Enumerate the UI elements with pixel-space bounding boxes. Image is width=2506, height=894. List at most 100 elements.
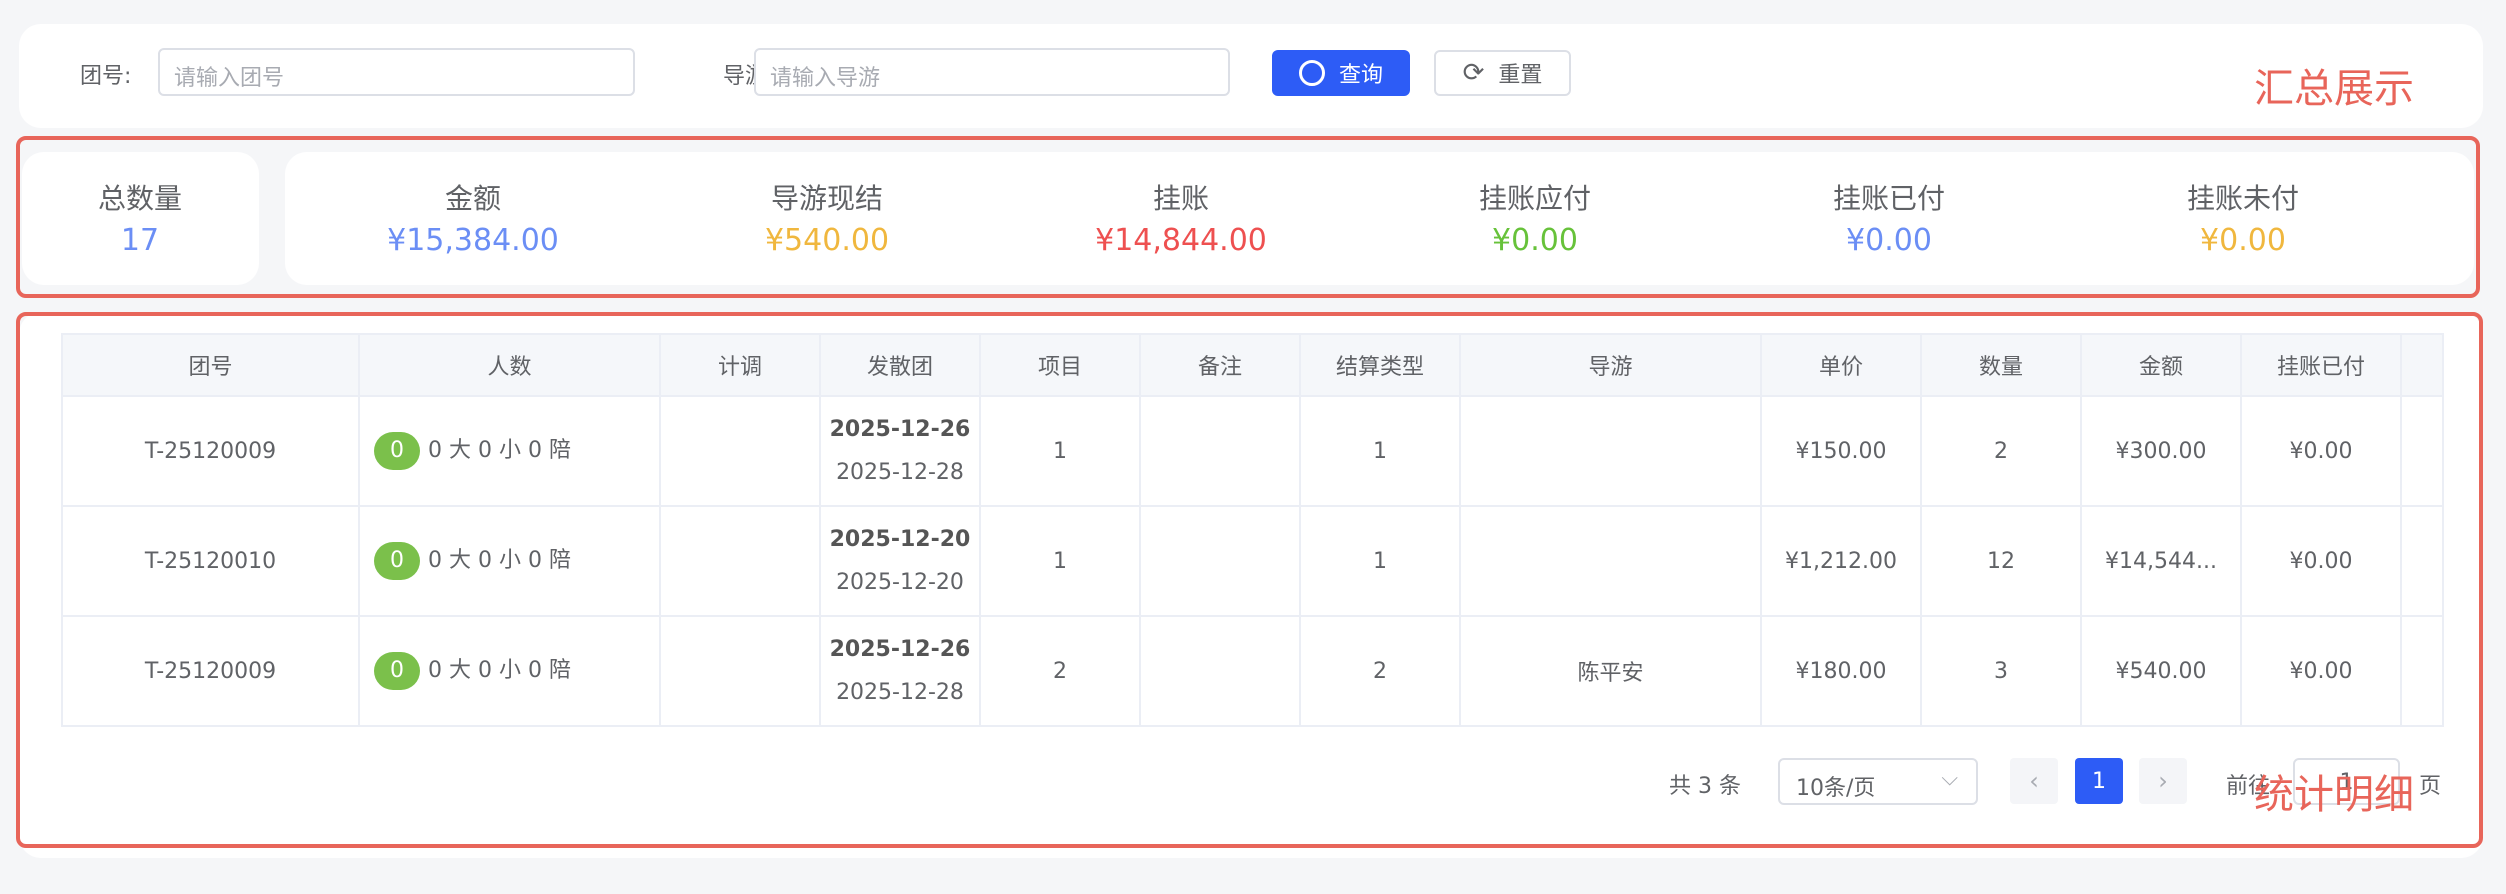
column-header: 数量 bbox=[1920, 333, 2082, 397]
column-header: 结算类型 bbox=[1299, 333, 1461, 397]
cell-people: 0 0 大 0 小 0 陪 bbox=[358, 505, 661, 617]
cell-planner bbox=[659, 615, 821, 727]
start-date: 2025-12-26 bbox=[829, 417, 971, 442]
stat-item: 挂账应付 ¥0.00 bbox=[1385, 177, 1685, 258]
cell-extra bbox=[2400, 615, 2444, 727]
detail-annotation: 统计明细 bbox=[2254, 772, 2414, 818]
column-header: 发散团 bbox=[819, 333, 981, 397]
end-date: 2025-12-28 bbox=[836, 460, 964, 485]
column-header: 团号 bbox=[61, 333, 360, 397]
stat-item: 挂账已付 ¥0.00 bbox=[1739, 177, 2039, 258]
page-1-button[interactable]: 1 bbox=[2075, 758, 2123, 804]
cell-qty: 2 bbox=[1920, 395, 2082, 507]
column-header: 挂账已付 bbox=[2240, 333, 2402, 397]
stat-label: 挂账应付 bbox=[1478, 182, 1591, 215]
stat-value: ¥0.00 bbox=[1846, 223, 1932, 258]
cell-price: ¥150.00 bbox=[1760, 395, 1922, 507]
column-header: 金额 bbox=[2080, 333, 2242, 397]
group-label: 团号: bbox=[80, 64, 132, 89]
total-value: 17 bbox=[120, 223, 160, 258]
summary-annotation: 汇总展示 bbox=[2254, 66, 2414, 112]
cell-remark bbox=[1139, 505, 1301, 617]
stat-label: 挂账已付 bbox=[1832, 182, 1945, 215]
page-size-select[interactable]: 10条/页 ⌵ bbox=[1778, 758, 1978, 805]
stat-item: 导游现结 ¥540.00 bbox=[677, 177, 977, 258]
cell-dates: 2025-12-26 2025-12-28 bbox=[819, 615, 981, 727]
column-header: 导游 bbox=[1459, 333, 1762, 397]
stat-item: 金额 ¥15,384.00 bbox=[323, 177, 623, 258]
stat-label: 导游现结 bbox=[770, 182, 883, 215]
end-date: 2025-12-20 bbox=[836, 570, 964, 595]
cell-people: 0 0 大 0 小 0 陪 bbox=[358, 395, 661, 507]
stat-value: ¥0.00 bbox=[2200, 223, 2286, 258]
start-date: 2025-12-20 bbox=[829, 527, 971, 552]
cell-extra bbox=[2400, 395, 2444, 507]
chevron-left-icon: ‹ bbox=[2029, 767, 2039, 795]
refresh-icon: ⟳ bbox=[1462, 58, 1485, 88]
column-header: 单价 bbox=[1760, 333, 1922, 397]
cell-price: ¥1,212.00 bbox=[1760, 505, 1922, 617]
reset-button[interactable]: ⟳ 重置 bbox=[1434, 50, 1571, 96]
cell-settle: 1 bbox=[1299, 395, 1461, 507]
total-count: 共 3 条 bbox=[1669, 774, 1741, 799]
cell-guide: 陈平安 bbox=[1459, 615, 1762, 727]
group-input[interactable]: 请输入团号 bbox=[158, 48, 635, 96]
stat-value: ¥15,384.00 bbox=[387, 223, 559, 258]
cell-amount: ¥300.00 bbox=[2080, 395, 2242, 507]
search-icon bbox=[1298, 60, 1325, 86]
cell-dates: 2025-12-26 2025-12-28 bbox=[819, 395, 981, 507]
next-page-button[interactable]: › bbox=[2139, 758, 2187, 804]
cell-extra bbox=[2400, 505, 2444, 617]
end-date: 2025-12-28 bbox=[836, 680, 964, 705]
cell-remark bbox=[1139, 395, 1301, 507]
cell-dates: 2025-12-20 2025-12-20 bbox=[819, 505, 981, 617]
cell-people: 0 0 大 0 小 0 陪 bbox=[358, 615, 661, 727]
cell-group: T-25120010 bbox=[61, 505, 360, 617]
column-header: 项目 bbox=[979, 333, 1141, 397]
stat-label: 挂账未付 bbox=[2186, 182, 2299, 215]
cell-settle: 2 bbox=[1299, 615, 1461, 727]
detail-table: 团号 人数 计调 发散团 项目 备注 结算类型 导游 单价 数量 金额 挂账已付 T-25120009 0… bbox=[61, 333, 2444, 727]
column-header: 计调 bbox=[659, 333, 821, 397]
page-suffix: 页 bbox=[2419, 774, 2442, 799]
query-label: 查询 bbox=[1338, 63, 1383, 88]
stat-value: ¥0.00 bbox=[1492, 223, 1578, 258]
total-label: 总数量 bbox=[97, 182, 182, 215]
cell-paid: ¥0.00 bbox=[2240, 505, 2402, 617]
cell-item: 1 bbox=[979, 395, 1141, 507]
count-badge: 0 bbox=[374, 652, 420, 690]
stat-label: 挂账 bbox=[1152, 182, 1209, 215]
stat-item: 挂账 ¥14,844.00 bbox=[1031, 177, 1331, 258]
stat-value: ¥14,844.00 bbox=[1095, 223, 1267, 258]
people-text: 0 大 0 小 0 陪 bbox=[428, 548, 571, 573]
table-row: T-25120009 0 0 大 0 小 0 陪 2025-12-26 2025-12-… bbox=[61, 395, 2444, 507]
page-size-value: 10条/页 bbox=[1796, 776, 1876, 801]
cell-paid: ¥0.00 bbox=[2240, 615, 2402, 727]
query-button[interactable]: 查询 bbox=[1272, 50, 1410, 96]
cell-settle: 1 bbox=[1299, 505, 1461, 617]
stat-item: 挂账未付 ¥0.00 bbox=[2093, 177, 2393, 258]
cell-guide bbox=[1459, 505, 1762, 617]
cell-planner bbox=[659, 395, 821, 507]
stat-label: 金额 bbox=[444, 182, 501, 215]
count-badge: 0 bbox=[374, 542, 420, 580]
reset-label: 重置 bbox=[1498, 63, 1543, 88]
cell-item: 2 bbox=[979, 615, 1141, 727]
prev-page-button[interactable]: ‹ bbox=[2010, 758, 2058, 804]
count-badge: 0 bbox=[374, 432, 420, 470]
cell-group: T-25120009 bbox=[61, 615, 360, 727]
column-header bbox=[2400, 333, 2444, 397]
people-text: 0 大 0 小 0 陪 bbox=[428, 658, 571, 683]
people-text: 0 大 0 小 0 陪 bbox=[428, 438, 571, 463]
cell-planner bbox=[659, 505, 821, 617]
cell-paid: ¥0.00 bbox=[2240, 395, 2402, 507]
cell-price: ¥180.00 bbox=[1760, 615, 1922, 727]
guide-input[interactable]: 请输入导游 bbox=[754, 48, 1230, 96]
total-stat: 总数量 17 bbox=[0, 177, 290, 258]
cell-qty: 12 bbox=[1920, 505, 2082, 617]
cell-item: 1 bbox=[979, 505, 1141, 617]
table-row: T-25120010 0 0 大 0 小 0 陪 2025-12-20 2025-12-… bbox=[61, 505, 2444, 617]
table-row: T-25120009 0 0 大 0 小 0 陪 2025-12-26 2025-12-… bbox=[61, 615, 2444, 727]
cell-qty: 3 bbox=[1920, 615, 2082, 727]
chevron-down-icon: ⌵ bbox=[1941, 766, 1958, 791]
